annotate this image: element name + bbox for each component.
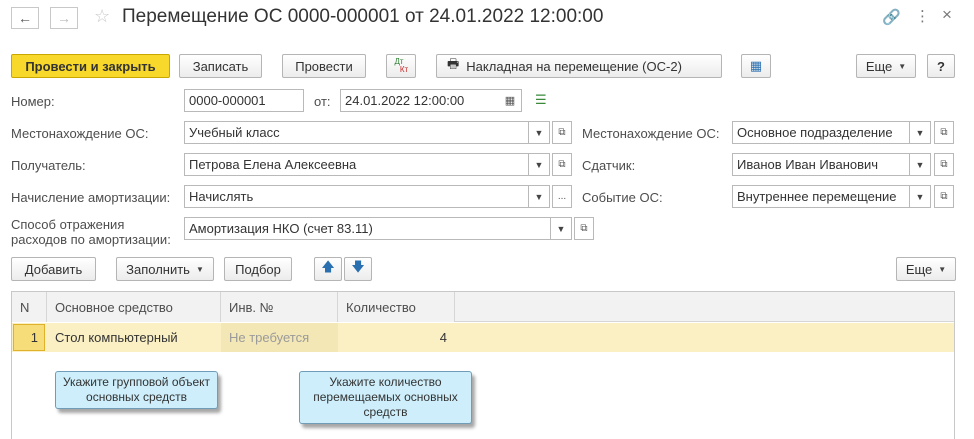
location2-dropdown-button[interactable]: ▼ <box>910 121 931 144</box>
location-field[interactable]: Учебный класс <box>184 121 529 144</box>
chevron-down-icon: ▼ <box>556 223 566 234</box>
favorite-star-icon[interactable]: ☆ <box>94 6 110 27</box>
sender-field[interactable]: Иванов Иван Иванович <box>732 153 910 176</box>
number-field[interactable]: 0000-000001 <box>184 89 304 112</box>
expense-label-line2: расходов по амортизации: <box>11 232 171 247</box>
arrow-up-icon: 🡅 <box>321 259 335 274</box>
kt-label: Кт <box>399 65 409 74</box>
chevron-down-icon: ▼ <box>915 191 925 202</box>
open-icon: ⧉ <box>940 159 948 170</box>
column-header-inv[interactable]: Инв. № <box>221 292 338 322</box>
recipient-open-button[interactable]: ⧉ <box>552 153 572 176</box>
ellipsis-icon: ... <box>557 191 567 202</box>
expense-field[interactable]: Амортизация НКО (счет 83.11) <box>184 217 551 240</box>
print-os2-button[interactable]: 🖶 Накладная на перемещение (ОС-2) <box>436 54 722 78</box>
inv-cell[interactable]: Не требуется <box>221 323 338 352</box>
help-button[interactable]: ? <box>927 54 955 78</box>
expense-label-line1: Способ отражения <box>11 217 125 232</box>
fill-label: Заполнить <box>126 261 190 277</box>
expense-label: Способ отражения расходов по амортизации… <box>11 217 171 247</box>
open-icon: ⧉ <box>940 191 948 202</box>
print-os2-label: Накладная на перемещение (ОС-2) <box>466 58 682 74</box>
select-button[interactable]: Подбор <box>224 257 292 281</box>
date-label: от: <box>314 94 331 109</box>
quantity-tooltip: Укажите количество перемещаемых основных… <box>299 371 472 424</box>
qty-cell[interactable]: 4 <box>338 323 455 352</box>
printer-icon: 🖶 <box>447 56 460 71</box>
forward-button[interactable]: → <box>50 7 78 29</box>
table-more-button[interactable]: Еще ▼ <box>896 257 956 281</box>
date-field[interactable]: 24.01.2022 12:00:00 <box>340 89 522 112</box>
asset-cell[interactable]: Стол компьютерный <box>55 330 178 345</box>
expense-dropdown-button[interactable]: ▼ <box>551 217 572 240</box>
sender-open-button[interactable]: ⧉ <box>934 153 954 176</box>
arrow-down-icon: 🡇 <box>351 259 365 274</box>
chevron-down-icon: ▼ <box>898 61 907 71</box>
open-icon: ⧉ <box>580 223 588 234</box>
save-button[interactable]: Записать <box>179 54 262 78</box>
fill-button[interactable]: Заполнить ▼ <box>116 257 214 281</box>
calendar-icon[interactable]: ▦ <box>500 91 520 110</box>
dt-kt-button[interactable]: Дт Кт <box>386 54 416 78</box>
open-icon: ⧉ <box>940 127 948 138</box>
table-more-label: Еще <box>905 261 933 277</box>
back-button[interactable]: ← <box>11 7 39 29</box>
recipient-field[interactable]: Петрова Елена Алексеевна <box>184 153 529 176</box>
depreciation-field[interactable]: Начислять <box>184 185 529 208</box>
column-header-n[interactable]: N <box>12 292 47 322</box>
sender-dropdown-button[interactable]: ▼ <box>910 153 931 176</box>
chevron-down-icon: ▼ <box>534 159 544 170</box>
group-object-tooltip: Укажите групповой объект основных средст… <box>55 371 218 409</box>
expense-open-button[interactable]: ⧉ <box>574 217 594 240</box>
row-number-cell[interactable]: 1 <box>13 324 45 351</box>
chevron-down-icon: ▼ <box>195 264 204 274</box>
location2-label: Местонахождение ОС: <box>582 126 720 141</box>
open-icon: ⧉ <box>558 159 566 170</box>
column-header-qty[interactable]: Количество <box>338 292 455 322</box>
history-check-icon[interactable]: ☰ <box>535 92 547 108</box>
recipient-dropdown-button[interactable]: ▼ <box>529 153 550 176</box>
structure-icon: ▦ <box>749 58 763 73</box>
location2-field[interactable]: Основное подразделение <box>732 121 910 144</box>
move-up-button[interactable]: 🡅 <box>314 257 342 281</box>
chevron-down-icon: ▼ <box>534 191 544 202</box>
column-header-asset[interactable]: Основное средство <box>47 292 221 322</box>
number-label: Номер: <box>11 94 55 109</box>
depreciation-choose-button[interactable]: ... <box>552 185 572 208</box>
arrow-right-icon: → <box>57 10 71 26</box>
link-icon[interactable]: 🔗 <box>882 8 901 26</box>
location-label: Местонахождение ОС: <box>11 126 149 141</box>
post-and-close-button[interactable]: Провести и закрыть <box>11 54 170 78</box>
move-down-button[interactable]: 🡇 <box>344 257 372 281</box>
open-icon: ⧉ <box>558 127 566 138</box>
more-vertical-icon[interactable]: ⋮ <box>915 7 930 25</box>
depreciation-dropdown-button[interactable]: ▼ <box>529 185 550 208</box>
depreciation-label: Начисление амортизации: <box>11 190 171 205</box>
location-dropdown-button[interactable]: ▼ <box>529 121 550 144</box>
chevron-down-icon: ▼ <box>534 127 544 138</box>
chevron-down-icon: ▼ <box>915 127 925 138</box>
chevron-down-icon: ▼ <box>938 264 947 274</box>
recipient-label: Получатель: <box>11 158 86 173</box>
add-button[interactable]: Добавить <box>11 257 96 281</box>
chevron-down-icon: ▼ <box>915 159 925 170</box>
structure-button[interactable]: ▦ <box>741 54 771 78</box>
more-label: Еще <box>865 58 893 74</box>
arrow-left-icon: ← <box>18 10 32 26</box>
post-button[interactable]: Провести <box>282 54 366 78</box>
location-open-button[interactable]: ⧉ <box>552 121 572 144</box>
window-title: Перемещение ОС 0000-000001 от 24.01.2022… <box>122 6 604 27</box>
location2-open-button[interactable]: ⧉ <box>934 121 954 144</box>
event-dropdown-button[interactable]: ▼ <box>910 185 931 208</box>
event-label: Событие ОС: <box>582 190 663 205</box>
close-icon[interactable]: × <box>942 5 952 25</box>
more-button[interactable]: Еще ▼ <box>856 54 916 78</box>
event-open-button[interactable]: ⧉ <box>934 185 954 208</box>
sender-label: Сдатчик: <box>582 158 636 173</box>
event-field[interactable]: Внутреннее перемещение <box>732 185 910 208</box>
